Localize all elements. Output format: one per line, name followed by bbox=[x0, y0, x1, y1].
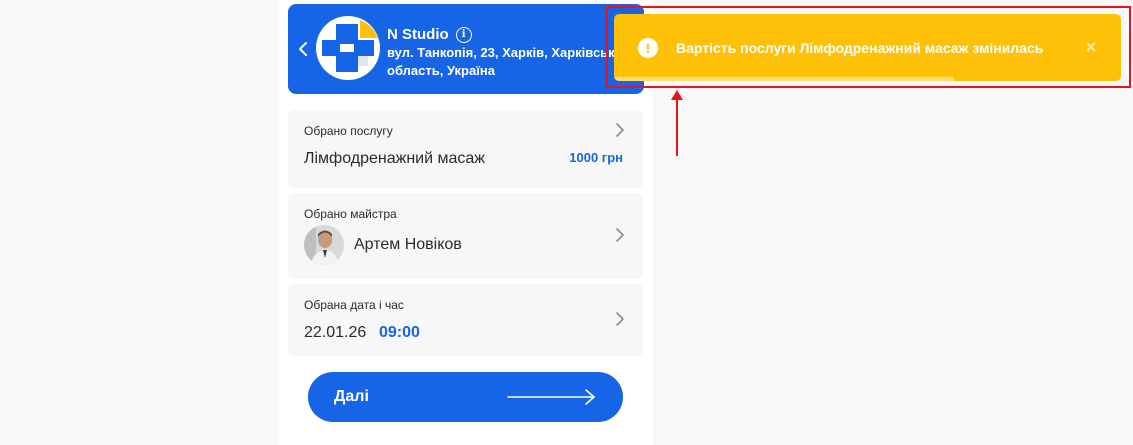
studio-address-line-2: область, Україна bbox=[387, 63, 495, 78]
service-price: 1000 грн bbox=[569, 150, 623, 165]
studio-address: вул. Танкопія, 23, Харків, Харківськ обл… bbox=[387, 44, 642, 80]
chevron-right-icon bbox=[615, 227, 625, 243]
annotation-highlight-box bbox=[606, 6, 1131, 88]
next-button-label: Далі bbox=[334, 388, 369, 405]
selected-master-card[interactable]: Обрано майстра Артем Новіков bbox=[288, 193, 643, 279]
service-name: Лімфодренажний масаж bbox=[304, 150, 485, 167]
back-button[interactable] bbox=[294, 38, 312, 60]
chevron-right-icon bbox=[615, 122, 625, 138]
next-button[interactable]: Далі bbox=[308, 372, 623, 422]
selected-time: 09:00 bbox=[379, 324, 420, 341]
studio-logo bbox=[316, 16, 380, 80]
master-name: Артем Новіков bbox=[354, 236, 462, 253]
studio-header: N Studio i вул. Танкопія, 23, Харків, Ха… bbox=[288, 4, 644, 94]
avatar bbox=[304, 225, 344, 265]
master-card-label: Обрано майстра bbox=[304, 207, 397, 221]
selected-service-card[interactable]: Обрано послугу Лімфодренажний масаж 1000… bbox=[288, 110, 643, 188]
selected-date: 22.01.26 bbox=[304, 324, 367, 341]
chevron-right-icon bbox=[615, 311, 625, 327]
info-icon[interactable]: i bbox=[455, 26, 472, 43]
chevron-left-icon bbox=[299, 42, 307, 56]
datetime-card-label: Обрана дата і час bbox=[304, 298, 404, 312]
studio-name: N Studio i bbox=[387, 26, 472, 43]
selected-datetime-card[interactable]: Обрана дата і час 22.01.26 09:00 bbox=[288, 284, 643, 356]
booking-panel: N Studio i вул. Танкопія, 23, Харків, Ха… bbox=[278, 0, 653, 445]
annotation-arrow-icon bbox=[671, 90, 683, 156]
studio-address-line-1: вул. Танкопія, 23, Харків, Харківськ bbox=[387, 45, 615, 60]
arrow-right-icon bbox=[507, 389, 595, 405]
studio-name-text: N Studio bbox=[387, 26, 449, 43]
service-card-label: Обрано послугу bbox=[304, 124, 393, 138]
